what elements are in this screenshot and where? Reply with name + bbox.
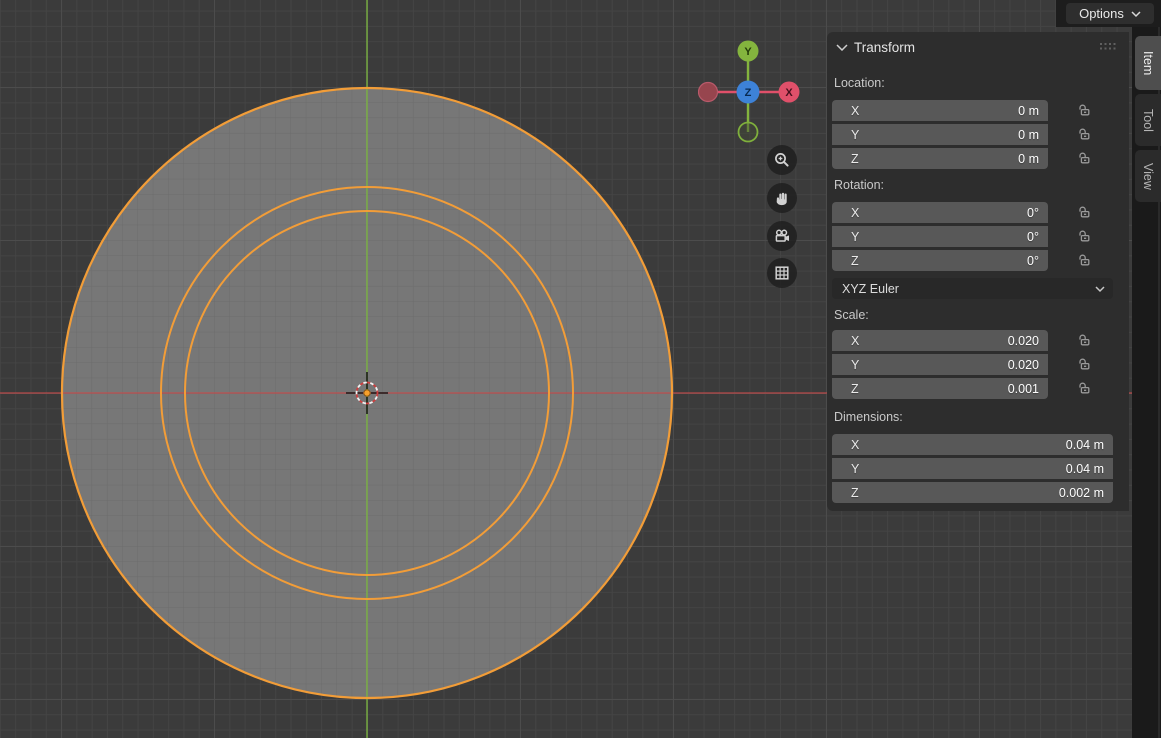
grid-icon	[773, 264, 791, 282]
panel-title: Transform	[854, 40, 915, 55]
rotation-mode-value: XYZ Euler	[842, 282, 899, 296]
field-value: 0.001	[1008, 382, 1039, 396]
lock-open-icon[interactable]	[1076, 380, 1092, 396]
chevron-down-icon	[1095, 285, 1105, 293]
field-value: 0.020	[1008, 358, 1039, 372]
dimensions-z-field[interactable]: Z 0.002 m	[832, 482, 1113, 503]
hand-icon	[773, 189, 791, 207]
field-value: 0.04 m	[1066, 438, 1104, 452]
field-value: 0.002 m	[1059, 486, 1104, 500]
field-value: 0 m	[1018, 104, 1039, 118]
viewport-header-strip: Options	[1056, 0, 1161, 27]
grid-ortho-button[interactable]	[767, 258, 797, 288]
field-value: 0°	[1027, 254, 1039, 268]
lock-open-icon[interactable]	[1076, 332, 1092, 348]
svg-text:Y: Y	[744, 46, 752, 58]
svg-text:Z: Z	[745, 87, 752, 99]
rotation-z-field[interactable]: Z 0°	[832, 250, 1048, 271]
field-value: 0 m	[1018, 128, 1039, 142]
lock-open-icon[interactable]	[1076, 102, 1092, 118]
tab-item[interactable]: Item	[1135, 36, 1161, 90]
rotation-y-field[interactable]: Y 0°	[832, 226, 1048, 247]
options-label: Options	[1079, 6, 1124, 21]
transform-panel: Transform Location: X 0 m Y 0 m Z 0 m	[827, 32, 1129, 511]
zoom-button[interactable]	[767, 145, 797, 175]
location-y-field[interactable]: Y 0 m	[832, 124, 1048, 145]
field-value: 0°	[1027, 206, 1039, 220]
location-z-field[interactable]: Z 0 m	[832, 148, 1048, 169]
axis-label: Z	[851, 254, 859, 268]
lock-open-icon[interactable]	[1076, 150, 1092, 166]
magnifier-plus-icon	[773, 151, 791, 169]
axis-label: Z	[851, 152, 859, 166]
axis-label: Y	[851, 128, 859, 142]
3d-cursor	[343, 369, 391, 417]
tab-view[interactable]: View	[1135, 150, 1161, 202]
options-button[interactable]: Options	[1066, 3, 1154, 24]
rotation-x-field[interactable]: X 0°	[832, 202, 1048, 223]
axis-label: X	[851, 334, 859, 348]
scale-x-field[interactable]: X 0.020	[832, 330, 1048, 351]
field-value: 0 m	[1018, 152, 1039, 166]
axis-label: Z	[851, 486, 859, 500]
field-value: 0°	[1027, 230, 1039, 244]
blender-window: Y Z X	[0, 0, 1161, 738]
scale-label: Scale:	[834, 308, 869, 322]
pan-button[interactable]	[767, 183, 797, 213]
axis-label: Y	[851, 358, 859, 372]
rotation-mode-dropdown[interactable]: XYZ Euler	[832, 278, 1113, 299]
dimensions-label: Dimensions:	[834, 410, 903, 424]
axis-label: Y	[851, 230, 859, 244]
rotation-label: Rotation:	[834, 178, 884, 192]
gizmo-axis-x-positive[interactable]: X	[779, 82, 800, 103]
movie-camera-icon	[773, 227, 791, 245]
field-value: 0.04 m	[1066, 462, 1104, 476]
gizmo-axis-y-positive[interactable]: Y	[738, 41, 759, 62]
navigation-gizmo[interactable]: Y Z X	[698, 36, 802, 144]
axis-label: X	[851, 206, 859, 220]
transform-panel-header[interactable]: Transform	[827, 32, 1129, 62]
location-label: Location:	[834, 76, 885, 90]
gizmo-axis-x-negative[interactable]	[699, 83, 718, 102]
panel-grip-handle[interactable]	[1100, 43, 1116, 50]
collapse-chevron-icon[interactable]	[836, 43, 848, 51]
lock-open-icon[interactable]	[1076, 356, 1092, 372]
sidebar-tab-strip: Item Tool View	[1132, 27, 1161, 738]
axis-label: Z	[851, 382, 859, 396]
svg-text:X: X	[785, 87, 793, 99]
axis-label: Y	[851, 462, 859, 476]
object-origin-dot	[364, 390, 370, 396]
gizmo-axis-y-negative[interactable]	[739, 123, 758, 142]
chevron-down-icon	[1131, 10, 1141, 18]
dimensions-y-field[interactable]: Y 0.04 m	[832, 458, 1113, 479]
lock-open-icon[interactable]	[1076, 228, 1092, 244]
lock-open-icon[interactable]	[1076, 204, 1092, 220]
lock-open-icon[interactable]	[1076, 252, 1092, 268]
dimensions-x-field[interactable]: X 0.04 m	[832, 434, 1113, 455]
gizmo-axis-z[interactable]: Z	[737, 81, 760, 104]
tab-tool[interactable]: Tool	[1135, 94, 1161, 146]
scale-y-field[interactable]: Y 0.020	[832, 354, 1048, 375]
field-value: 0.020	[1008, 334, 1039, 348]
camera-view-button[interactable]	[767, 221, 797, 251]
axis-label: X	[851, 104, 859, 118]
scale-z-field[interactable]: Z 0.001	[832, 378, 1048, 399]
axis-label: X	[851, 438, 859, 452]
lock-open-icon[interactable]	[1076, 126, 1092, 142]
location-x-field[interactable]: X 0 m	[832, 100, 1048, 121]
